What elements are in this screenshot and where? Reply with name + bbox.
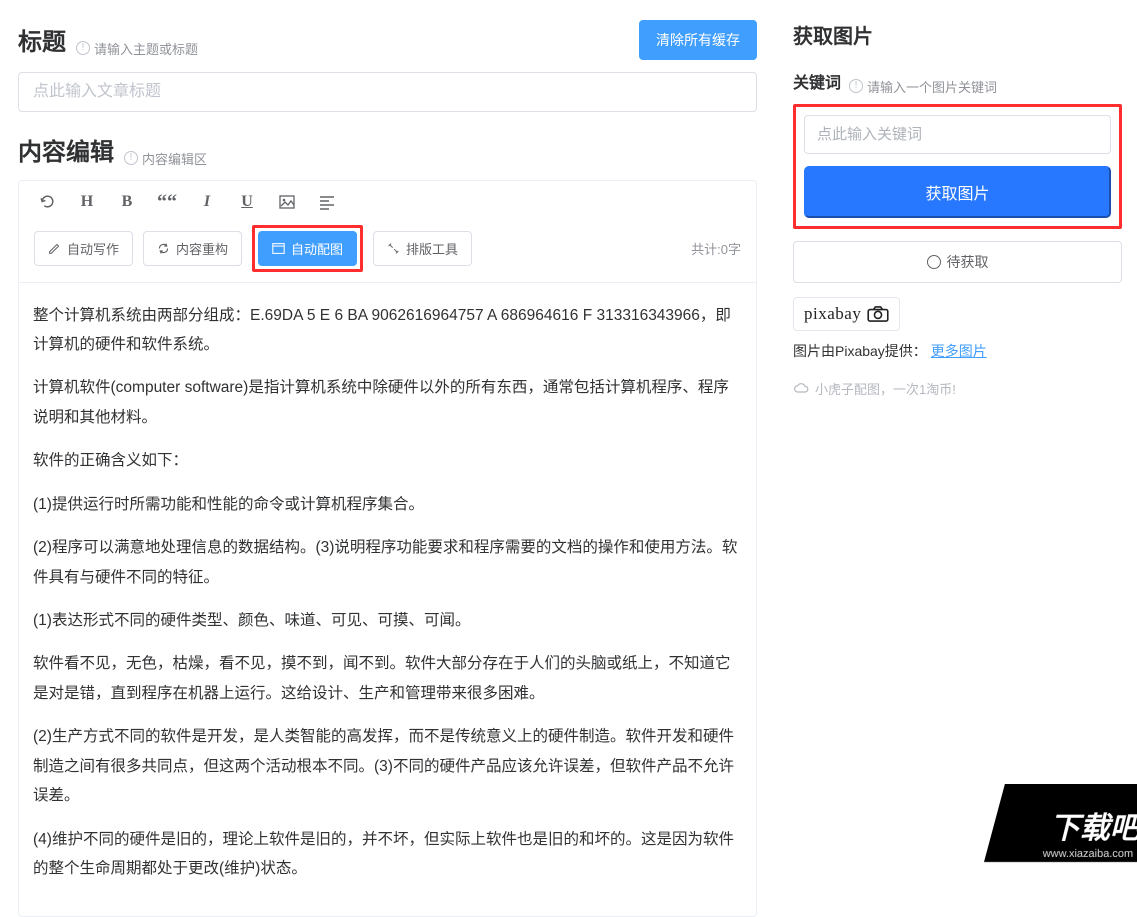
keyword-label: 关键词 bbox=[793, 69, 841, 93]
keyword-highlight-box: 获取图片 bbox=[793, 104, 1122, 229]
bold-icon[interactable]: B bbox=[118, 193, 136, 211]
layout-tool-button[interactable]: 排版工具 bbox=[373, 231, 472, 266]
camera-icon bbox=[867, 306, 889, 322]
title-hint: ! 请输入主题或标题 bbox=[76, 39, 198, 58]
cloud-icon bbox=[793, 382, 809, 394]
editor-toolbar: H B ““ I U 自动写作 内容重构 bbox=[19, 181, 756, 283]
auto-image-button[interactable]: 自动配图 bbox=[258, 231, 357, 266]
side-title: 获取图片 bbox=[793, 20, 1122, 49]
content-label: 内容编辑 bbox=[18, 132, 114, 167]
quote-icon[interactable]: ““ bbox=[158, 193, 176, 211]
more-images-link[interactable]: 更多图片 bbox=[931, 343, 987, 359]
keyword-input[interactable] bbox=[804, 115, 1111, 154]
image-icon[interactable] bbox=[278, 193, 296, 211]
align-icon[interactable] bbox=[318, 193, 336, 211]
watermark-text: 下载吧 bbox=[1003, 814, 1137, 844]
auto-image-label: 自动配图 bbox=[291, 239, 343, 258]
info-icon: ! bbox=[76, 41, 90, 55]
tip-text: 小虎子配图，一次1淘币! bbox=[815, 379, 956, 398]
pixabay-badge: pixabay bbox=[793, 297, 900, 331]
restructure-button[interactable]: 内容重构 bbox=[143, 231, 242, 266]
keyword-label-row: 关键词 ! 请输入一个图片关键词 bbox=[793, 69, 1122, 96]
circle-icon bbox=[927, 255, 941, 269]
auto-image-highlight: 自动配图 bbox=[252, 225, 363, 272]
format-toolbar: H B ““ I U bbox=[34, 193, 741, 211]
layout-tool-label: 排版工具 bbox=[406, 239, 458, 258]
editor-content[interactable]: 整个计算机系统由两部分组成：E.69DA 5 E 6 BA 9062616964… bbox=[19, 283, 756, 916]
keyword-hint: ! 请输入一个图片关键词 bbox=[849, 77, 997, 96]
heading-icon[interactable]: H bbox=[78, 193, 96, 211]
auto-write-button[interactable]: 自动写作 bbox=[34, 231, 133, 266]
keyword-hint-text: 请输入一个图片关键词 bbox=[867, 77, 997, 96]
window-icon bbox=[272, 242, 285, 255]
title-group: 标题 ! 请输入主题或标题 bbox=[18, 22, 198, 58]
watermark-url: www.xiazaiba.com bbox=[996, 848, 1133, 860]
underline-icon[interactable]: U bbox=[238, 193, 256, 211]
info-icon: ! bbox=[849, 79, 863, 93]
info-icon: ! bbox=[124, 151, 138, 165]
action-toolbar: 自动写作 内容重构 自动配图 排版工具 共计:0字 bbox=[34, 225, 741, 272]
restructure-label: 内容重构 bbox=[176, 239, 228, 258]
content-hint-text: 内容编辑区 bbox=[142, 149, 207, 168]
editor-paragraph: 软件看不见，无色，枯燥，看不见，摸不到，闻不到。软件大部分存在于人们的头脑或纸上… bbox=[33, 649, 742, 708]
attribution-prefix: 图片由Pixabay提供： bbox=[793, 343, 927, 359]
title-label: 标题 bbox=[18, 22, 66, 57]
word-count: 共计:0字 bbox=[691, 239, 741, 258]
pending-label: 待获取 bbox=[947, 252, 989, 272]
watermark: 下载吧 www.xiazaiba.com bbox=[984, 784, 1137, 862]
editor-paragraph: (2)程序可以满意地处理信息的数据结构。(3)说明程序功能要求和程序需要的文档的… bbox=[33, 533, 742, 592]
italic-icon[interactable]: I bbox=[198, 193, 216, 211]
editor-paragraph: (2)生产方式不同的软件是开发，是人类智能的高发挥，而不是传统意义上的硬件制造。… bbox=[33, 722, 742, 810]
editor-paragraph: 计算机软件(computer software)是指计算机系统中除硬件以外的所有… bbox=[33, 373, 742, 432]
clear-cache-button[interactable]: 清除所有缓存 bbox=[639, 20, 757, 60]
title-header: 标题 ! 请输入主题或标题 清除所有缓存 bbox=[18, 20, 757, 60]
refresh-icon bbox=[157, 242, 170, 255]
tip-row: 小虎子配图，一次1淘币! bbox=[793, 379, 1122, 398]
editor-paragraph: 软件的正确含义如下： bbox=[33, 446, 742, 475]
title-hint-text: 请输入主题或标题 bbox=[94, 39, 198, 58]
auto-write-label: 自动写作 bbox=[67, 239, 119, 258]
title-input[interactable] bbox=[18, 72, 757, 112]
editor-wrapper: H B ““ I U 自动写作 内容重构 bbox=[18, 180, 757, 917]
editor-paragraph: (4)维护不同的硬件是旧的，理论上软件是旧的，并不坏，但实际上软件也是旧的和坏的… bbox=[33, 825, 742, 884]
main-panel: 标题 ! 请输入主题或标题 清除所有缓存 内容编辑 ! 内容编辑区 H B ““… bbox=[0, 0, 775, 860]
editor-paragraph: 整个计算机系统由两部分组成：E.69DA 5 E 6 BA 9062616964… bbox=[33, 301, 742, 360]
attribution: 图片由Pixabay提供： 更多图片 bbox=[793, 341, 1122, 361]
content-header: 内容编辑 ! 内容编辑区 bbox=[18, 132, 757, 168]
pencil-icon bbox=[48, 242, 61, 255]
pending-button[interactable]: 待获取 bbox=[793, 241, 1122, 283]
fetch-image-button[interactable]: 获取图片 bbox=[804, 166, 1111, 218]
pixabay-logo-text: pixabay bbox=[804, 304, 861, 324]
content-hint: ! 内容编辑区 bbox=[124, 149, 207, 168]
undo-icon[interactable] bbox=[38, 193, 56, 211]
side-panel: 获取图片 关键词 ! 请输入一个图片关键词 获取图片 待获取 pixabay 图… bbox=[775, 0, 1137, 860]
editor-paragraph: (1)表达形式不同的硬件类型、颜色、味道、可见、可摸、可闻。 bbox=[33, 606, 742, 635]
tools-icon bbox=[387, 242, 400, 255]
editor-paragraph: (1)提供运行时所需功能和性能的命令或计算机程序集合。 bbox=[33, 490, 742, 519]
